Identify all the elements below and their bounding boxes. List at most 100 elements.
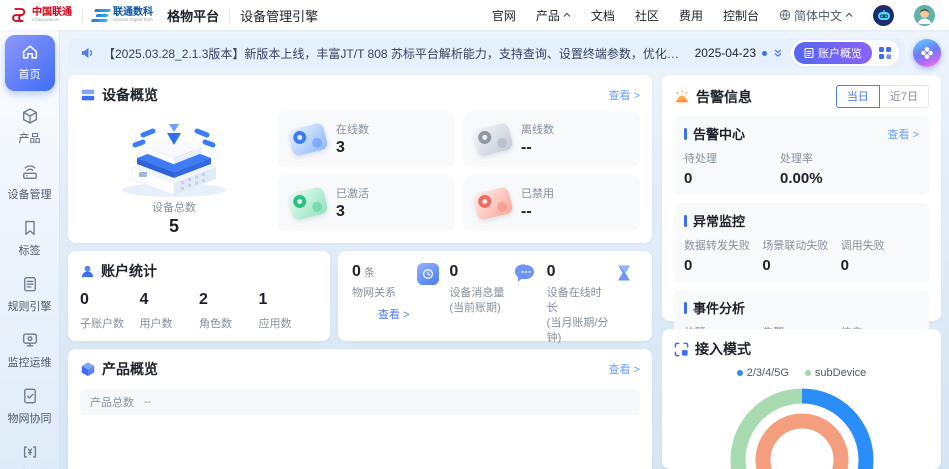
calendar-icon [417, 263, 439, 285]
gateway-icon [21, 163, 39, 181]
section-bar [684, 128, 687, 140]
alarm-center-view-link[interactable]: 查看 > [888, 126, 919, 142]
legend-cellular[interactable]: 2/3/4/5G [737, 367, 789, 379]
product-overview-view-link[interactable]: 查看 > [609, 361, 640, 377]
stat-call-fail: 调用失败 0 [841, 237, 919, 274]
device-overview-icon [80, 87, 96, 103]
product-overview-card: 产品概览 查看 > 产品总数 -- [68, 349, 652, 469]
home-icon [21, 43, 39, 61]
double-chevron-down-icon[interactable] [773, 48, 783, 58]
iot-relations-view-link[interactable]: 查看 > [378, 306, 415, 322]
top-menu: 官网 产品 文档 社区 费用 控制台 简体中文 [492, 5, 935, 26]
file-check-icon [21, 387, 39, 405]
top-navbar: 中国联通 China unicom 联通数科 Unicom Digital Te… [0, 0, 949, 30]
alarm-center-section: 告警中心 查看 > 待处理 0 处理率 0.00% [674, 116, 929, 195]
assistant-robot-avatar[interactable] [873, 5, 894, 26]
sidebar-item-rule-engine[interactable]: 规则引擎 [2, 267, 58, 323]
hourglass-icon [614, 263, 634, 288]
brackets-yuan-icon [21, 443, 39, 461]
stat-handle-rate: 处理率 0.00% [780, 150, 919, 187]
device-total-value: 5 [169, 216, 179, 237]
sidebar-item-power-saving-service[interactable]: 节电服务 [2, 435, 58, 469]
alarm-info-card: 告警信息 当日 近7日 告警中心 查看 > [662, 75, 941, 321]
sidebar-item-product[interactable]: 产品 [2, 99, 58, 155]
online-device-icon [287, 122, 328, 157]
menu-item-billing[interactable]: 费用 [679, 7, 703, 24]
unread-dot [762, 51, 767, 56]
alarm-siren-icon [674, 89, 690, 104]
stat-tile-disabled: 已禁用 -- [463, 175, 640, 231]
chevron-up-icon [563, 12, 571, 18]
sidebar-item-home[interactable]: 首页 [5, 35, 55, 91]
announcement-text: 【2025.03.28_2.1.3版本】新版本上线，丰富JT/T 808 苏标平… [103, 45, 687, 62]
menu-item-docs[interactable]: 文档 [591, 7, 615, 24]
account-doc-icon [804, 48, 814, 58]
announcement-banner[interactable]: 【2025.03.28_2.1.3版本】新版本上线，丰富JT/T 808 苏标平… [68, 38, 905, 68]
stat-apps: 1 应用数 [259, 291, 319, 331]
activated-device-icon [287, 186, 328, 221]
alarm-period-tabs: 当日 近7日 [836, 85, 929, 108]
donut-chart-svg [727, 385, 877, 469]
cube-icon [21, 107, 39, 125]
sidebar: 首页 产品 设备管理 标签 规则引 [0, 30, 60, 469]
tab-today[interactable]: 当日 [836, 85, 880, 108]
abnormal-monitor-section: 异常监控 数据转发失败 0 场景联动失败 0 [674, 203, 929, 282]
device-stat-tiles: 在线数 3 离线数 -- 已激活 [278, 111, 640, 237]
sidebar-item-iot-collaboration[interactable]: 物网协同 [2, 379, 58, 435]
platform-name[interactable]: 格物平台 [167, 6, 219, 25]
engine-name[interactable]: 设备管理引擎 [240, 6, 318, 25]
stat-tile-offline: 离线数 -- [463, 111, 640, 167]
sidebar-item-tags[interactable]: 标签 [2, 211, 58, 267]
brand-primary-title: 中国联通 [32, 8, 72, 18]
clipboard-icon [21, 275, 39, 293]
offline-device-icon [472, 122, 513, 157]
legend-dot-blue [737, 370, 743, 376]
section-bar [684, 215, 687, 227]
product-overview-icon [80, 361, 96, 377]
user-avatar[interactable] [914, 5, 935, 26]
stat-tile-online: 在线数 3 [278, 111, 455, 167]
device-overview-view-link[interactable]: 查看 > [609, 87, 640, 103]
card-title: 设备概览 [102, 85, 158, 105]
account-tools-group: 账户概览 [791, 40, 899, 66]
digital-tech-logo: 联通数科 Unicom Digital Tech [93, 8, 157, 23]
disabled-device-icon [472, 186, 513, 221]
unicom-logo: 中国联通 China unicom [10, 6, 72, 24]
message-bubble-icon [515, 263, 537, 288]
language-selector[interactable]: 简体中文 [779, 7, 853, 24]
chevron-up-icon [845, 12, 853, 18]
megaphone-icon [80, 46, 95, 60]
brand-primary-subtitle: China unicom [32, 18, 68, 23]
sidebar-item-device-management[interactable]: 设备管理 [2, 155, 58, 211]
device-overview-card: 设备概览 查看 > [68, 75, 652, 243]
menu-item-website[interactable]: 官网 [492, 7, 516, 24]
legend-subdevice[interactable]: subDevice [805, 367, 866, 379]
menu-item-community[interactable]: 社区 [635, 7, 659, 24]
chart-legend: 2/3/4/5G subDevice [674, 367, 929, 379]
access-mode-icon [674, 342, 689, 357]
digital-tech-icon [91, 9, 111, 22]
stat-scene-linkage-fail: 场景联动失败 0 [762, 237, 840, 274]
account-overview-button[interactable]: 账户概览 [794, 42, 872, 64]
account-stats-card: 账户统计 0 子账户数 4 用户数 2 [68, 251, 330, 341]
stat-iot-relations: 0条 物网关系 查看 > [352, 263, 443, 329]
legend-dot-green [805, 370, 811, 376]
device-total-label: 设备总数 [152, 199, 196, 215]
account-stats-icon [80, 264, 95, 279]
person-icon [914, 5, 935, 26]
unicom-knot-icon [10, 6, 28, 24]
access-mode-card: 接入模式 2/3/4/5G subDevice [662, 329, 941, 469]
device-illustration [99, 111, 249, 197]
tab-last-7-days[interactable]: 近7日 [879, 85, 929, 108]
clover-icon [920, 46, 934, 60]
menu-item-products[interactable]: 产品 [536, 7, 571, 24]
sidebar-item-monitoring-ops[interactable]: 监控运维 [2, 323, 58, 379]
apps-grid-icon[interactable] [878, 46, 892, 60]
menu-item-console[interactable]: 控制台 [723, 7, 759, 24]
stat-subaccounts: 0 子账户数 [80, 291, 140, 331]
robot-icon [877, 10, 891, 21]
announcement-date[interactable]: 2025-04-23 [695, 46, 783, 60]
globe-icon [779, 9, 791, 21]
stat-device-messages: 0 设备消息量(当前账期) [449, 263, 540, 329]
assistant-floating-button[interactable] [913, 39, 941, 67]
